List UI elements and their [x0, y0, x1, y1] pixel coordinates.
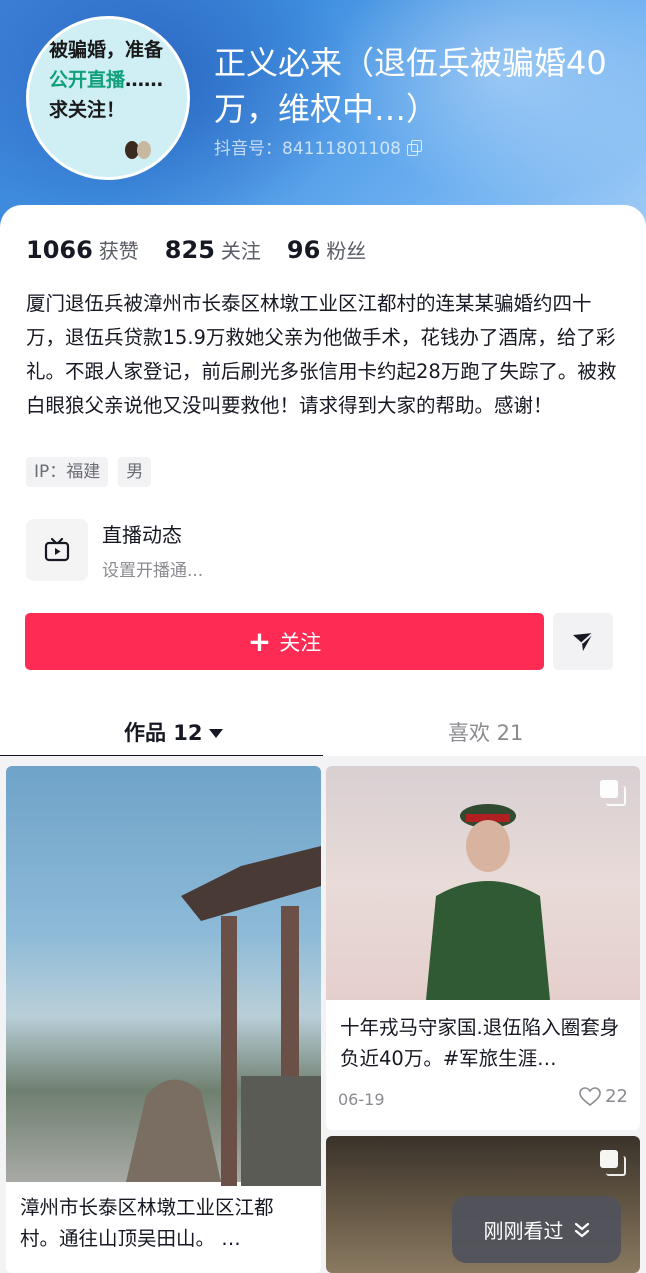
content-tabs: 作品 12 喜欢 21 — [0, 705, 646, 759]
recently-viewed-button[interactable]: 刚刚看过 — [452, 1196, 621, 1263]
tags: IP：福建 男 — [26, 457, 152, 487]
multi-image-icon — [600, 780, 626, 806]
post-card[interactable]: 十年戎马守家国.退伍陷入圈套身负近40万。#军旅生涯… 06-19 22 — [326, 766, 640, 1130]
tag-ip: IP：福建 — [26, 457, 109, 487]
tab-works[interactable]: 作品 12 — [124, 705, 223, 759]
post-thumbnail — [326, 766, 640, 1000]
bio: 厦门退伍兵被漳州市长泰区林墩工业区江都村的连某某骗婚约四十万，退伍兵贷款15.9… — [26, 292, 617, 417]
profile-name: 正义必来（退伍兵被骗婚40万，维权中…） — [214, 44, 607, 128]
stat-following[interactable]: 825 关注 — [165, 235, 261, 264]
post-caption: 漳州市长泰区林墩工业区江都村。通往山顶吴田山。 … — [20, 1196, 274, 1250]
avatar-text: 被骗婚，准备公开直播……求关注！ — [49, 39, 164, 121]
send-icon — [573, 631, 594, 651]
soldier-image — [426, 804, 550, 1000]
multi-image-icon — [600, 1150, 626, 1176]
stat-likes[interactable]: 1066 获赞 — [26, 235, 139, 264]
stat-fans[interactable]: 96 粉丝 — [287, 235, 366, 264]
heart-icon — [579, 1086, 601, 1106]
profile-header: 被骗婚，准备公开直播……求关注！ 正义必来（退伍兵被骗婚40万，维权中…） 抖音… — [0, 0, 646, 230]
post-caption: 十年戎马守家国.退伍陷入圈套身负近40万。#军旅生涯… — [340, 1016, 620, 1070]
live-title: 直播动态 — [102, 523, 182, 547]
post-thumbnail — [6, 766, 321, 1186]
avatar-figure-icon — [125, 141, 153, 159]
tag-gender: 男 — [118, 457, 152, 487]
live-updates[interactable]: 直播动态 设置开播通... — [26, 519, 203, 581]
post-card[interactable]: 漳州市长泰区林墩工业区江都村。通往山顶吴田山。 … — [6, 766, 321, 1273]
live-subtitle: 设置开播通... — [102, 561, 204, 581]
plus-icon: + — [247, 624, 272, 658]
copy-icon[interactable] — [406, 139, 422, 156]
douyin-id[interactable]: 抖音号：84111801108 — [214, 134, 422, 159]
avatar[interactable]: 被骗婚，准备公开直播……求关注！ — [26, 16, 190, 180]
tv-icon — [26, 519, 88, 581]
double-chevron-down-icon — [574, 1222, 589, 1237]
stats-row: 1066 获赞 825 关注 96 粉丝 — [26, 235, 366, 264]
tab-likes[interactable]: 喜欢 21 — [448, 705, 523, 759]
post-date: 06-19 — [338, 1090, 385, 1109]
post-likes[interactable]: 22 — [579, 1086, 628, 1107]
follow-button[interactable]: + 关注 — [25, 613, 544, 670]
live-text: 直播动态 设置开播通... — [102, 519, 203, 581]
share-button[interactable] — [553, 613, 613, 670]
stone-image — [126, 1079, 221, 1182]
caret-down-icon — [208, 728, 223, 738]
